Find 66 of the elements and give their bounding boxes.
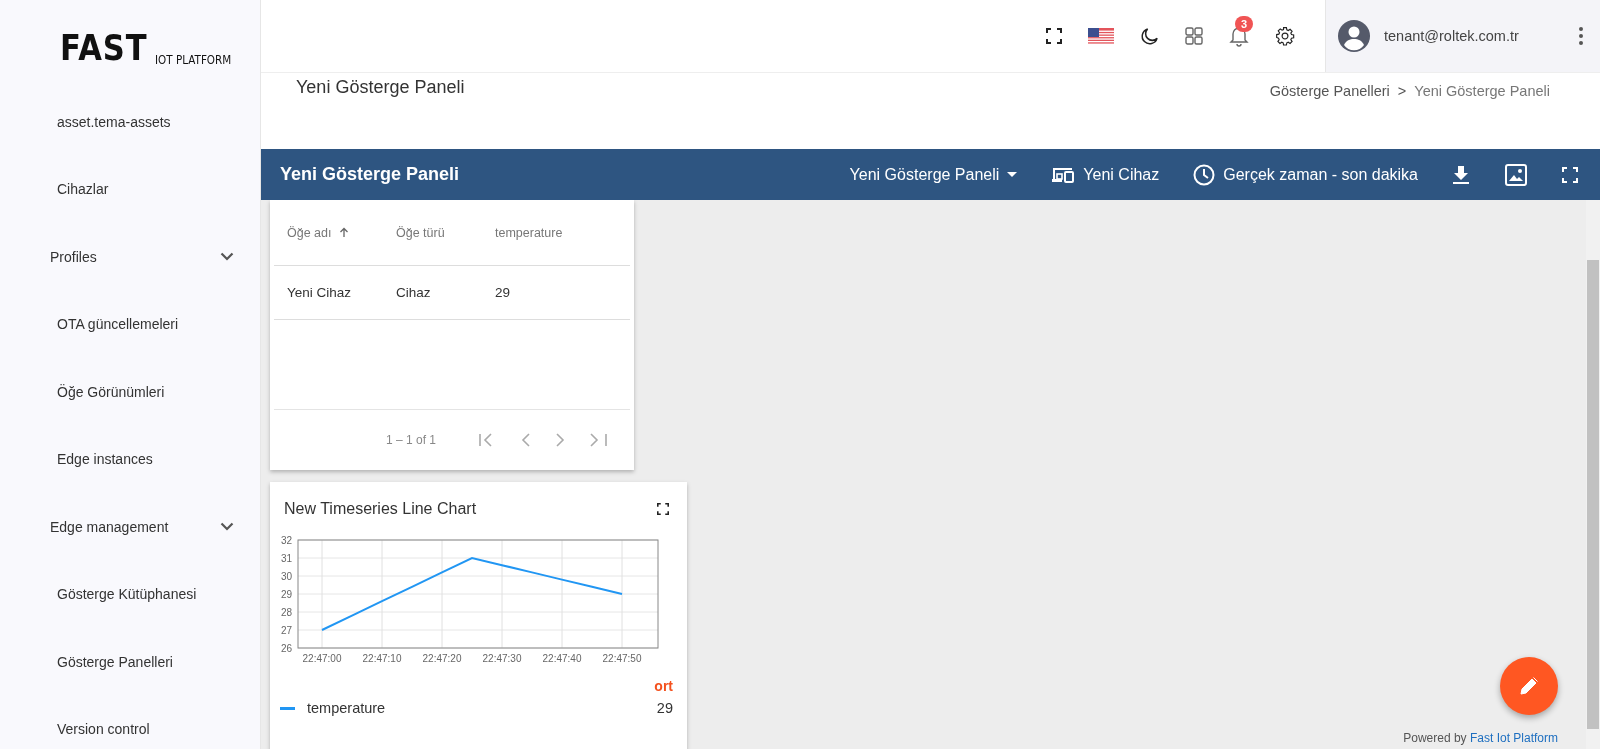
page-range: 1 – 1 of 1 <box>385 433 436 447</box>
y-tick-label: 30 <box>280 571 292 582</box>
widget-title: New Timeseries Line Chart <box>284 500 477 518</box>
sidebar-item[interactable]: Öğe Görünümleri <box>0 358 260 426</box>
y-tick-label: 31 <box>280 553 292 564</box>
x-tick-label: 22:47:10 <box>362 653 402 664</box>
x-tick-label: 22:47:30 <box>482 653 522 664</box>
x-tick-label: 22:47:50 <box>602 653 642 664</box>
page-title: Yeni Gösterge Paneli <box>296 77 465 99</box>
moon-icon[interactable] <box>1140 26 1159 46</box>
legend-header: ort <box>654 678 673 694</box>
x-tick-label: 22:47:20 <box>422 653 462 664</box>
dashboard-title: Yeni Gösterge Paneli <box>280 164 460 185</box>
y-tick-label: 29 <box>280 589 292 600</box>
timewindow-button[interactable]: Gerçek zaman - son dakika <box>1193 163 1418 186</box>
edit-button[interactable] <box>1500 657 1558 715</box>
entity-button[interactable]: Yeni Cihaz <box>1051 165 1160 184</box>
fullscreen-icon[interactable] <box>1046 28 1062 44</box>
column-header[interactable]: Öğe adı <box>287 225 396 240</box>
x-tick-label: 22:47:00 <box>302 653 342 664</box>
footer-text: Powered by <box>1403 731 1467 745</box>
logo: FAST IOT PLATFORM <box>59 26 233 70</box>
chevron-icon <box>220 522 234 532</box>
state-dropdown[interactable]: Yeni Gösterge Paneli <box>849 165 1018 184</box>
sort-arrow-icon <box>339 227 350 238</box>
column-header[interactable]: temperature <box>495 225 563 240</box>
breadcrumb-item[interactable]: Gösterge Panelleri <box>1269 83 1390 149</box>
clock-icon <box>1193 163 1216 186</box>
sidebar-item[interactable]: Edge instances <box>0 425 260 493</box>
sidebar-item[interactable]: Cihazlar <box>0 155 260 223</box>
y-tick-label: 27 <box>280 625 292 636</box>
sidebar-item[interactable]: asset.tema-assets <box>0 88 260 156</box>
settings-icon[interactable] <box>1275 26 1295 46</box>
y-tick-label: 32 <box>280 535 292 546</box>
legend-value: 29 <box>656 700 673 716</box>
image-export-icon[interactable] <box>1504 162 1528 187</box>
footer-link[interactable]: Fast Iot Platform <box>1469 731 1558 745</box>
breadcrumb-separator: > <box>1397 83 1407 101</box>
chevron-icon <box>220 252 234 262</box>
sidebar-item[interactable]: Version control <box>0 695 260 749</box>
more-icon[interactable] <box>1578 26 1584 46</box>
user-email[interactable]: tenant@roltek.com.tr <box>1384 28 1564 44</box>
pencil-icon <box>1519 676 1539 696</box>
x-tick-label: 22:47:40 <box>542 653 582 664</box>
sidebar-item[interactable]: Profiles <box>0 223 260 291</box>
notification-badge: 3 <box>1235 16 1254 32</box>
sidebar-item[interactable]: Edge management <box>0 493 260 561</box>
caret-icon <box>1007 172 1018 177</box>
breadcrumb-item: Yeni Gösterge Paneli <box>1414 83 1550 101</box>
flag-icon[interactable] <box>1088 27 1114 45</box>
table-cell-text: Yeni Cihaz <box>287 285 353 300</box>
grid-icon[interactable] <box>1185 27 1203 45</box>
legend-label[interactable]: temperature <box>307 700 657 716</box>
download-icon[interactable] <box>1452 164 1470 185</box>
sidebar-item[interactable]: Gösterge Kütüphanesi <box>0 560 260 628</box>
y-tick-label: 26 <box>280 643 292 654</box>
y-tick-label: 28 <box>280 607 292 618</box>
avatar-icon[interactable] <box>1338 20 1370 52</box>
devices-icon <box>1051 165 1076 184</box>
fullscreen-icon[interactable] <box>657 503 669 515</box>
column-header[interactable]: Öğe türü <box>396 225 495 240</box>
table-cell-text: Cihaz <box>396 285 432 300</box>
sidebar-item[interactable]: Gösterge Panelleri <box>0 628 260 696</box>
table-cell: 29 <box>495 285 511 300</box>
scrollbar[interactable] <box>1586 200 1600 749</box>
sidebar-item[interactable]: OTA güncellemeleri <box>0 290 260 358</box>
